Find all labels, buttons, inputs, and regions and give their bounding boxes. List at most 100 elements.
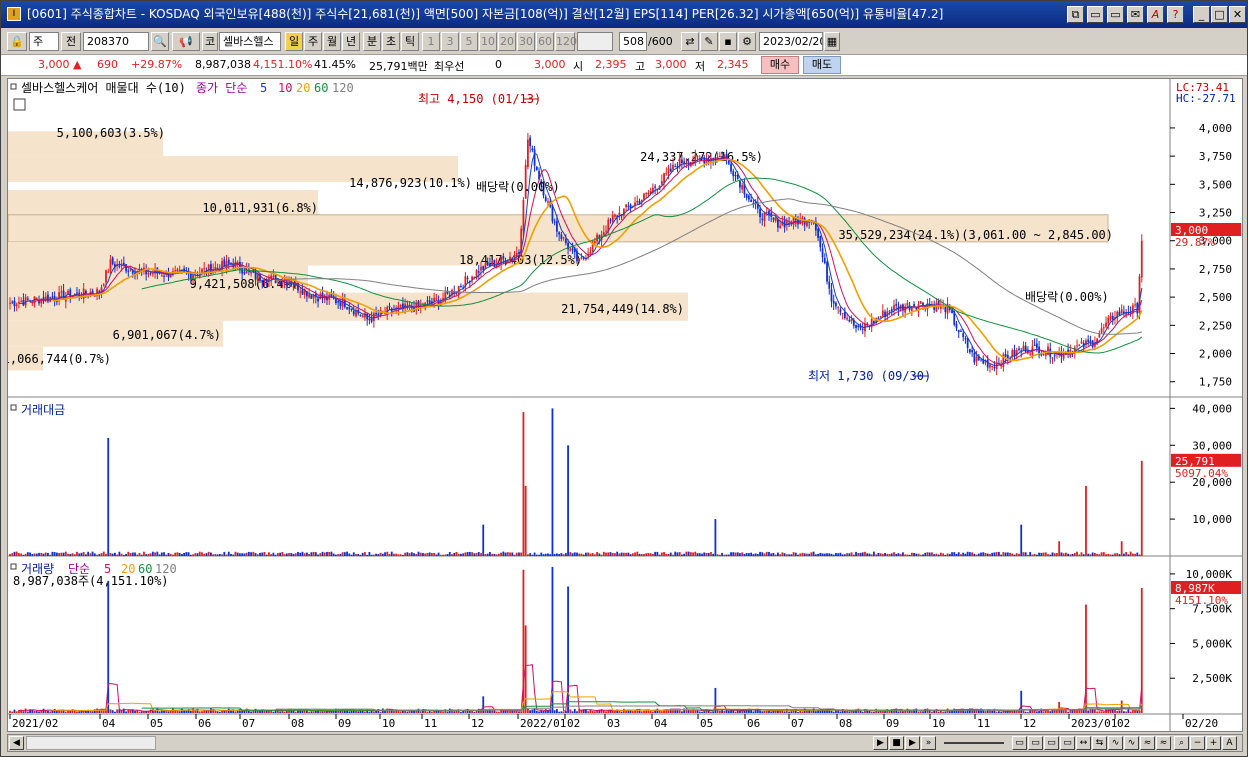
period-second[interactable]: 초 — [382, 32, 400, 51]
close-button[interactable]: ✕ — [1229, 6, 1246, 23]
candle-body — [957, 329, 960, 333]
view-icon-7[interactable]: ∿ — [1108, 736, 1123, 750]
interval-10[interactable]: 10 — [479, 32, 497, 51]
interval-120[interactable]: 120 — [555, 32, 577, 51]
amount-bar — [830, 553, 833, 556]
prev-button[interactable]: 전 — [61, 32, 81, 51]
volume-bar — [9, 710, 11, 713]
zoom-out-icon[interactable]: − — [1190, 736, 1205, 750]
volume-bar — [607, 710, 610, 713]
interval-60[interactable]: 60 — [536, 32, 554, 51]
text-size-icon[interactable]: A — [1222, 736, 1237, 750]
view-icon-1[interactable]: ▭ — [1012, 736, 1027, 750]
mode-select[interactable]: 주 — [29, 32, 59, 51]
play-icon[interactable]: ▶ — [905, 736, 920, 750]
amount-bar — [484, 554, 487, 556]
amount-bar — [261, 552, 264, 556]
x-tick-label: 10 — [932, 717, 945, 730]
chart-svg[interactable]: 4,0003,7503,5003,2503,0002,7502,5002,250… — [8, 79, 1242, 731]
high-price: 3,000 — [655, 58, 687, 71]
volume-bar — [765, 711, 768, 713]
period-month[interactable]: 월 — [323, 32, 341, 51]
view-icon-9[interactable]: ≈ — [1140, 736, 1155, 750]
view-icon-6[interactable]: ⇆ — [1092, 736, 1107, 750]
volume-bar — [82, 711, 85, 713]
amount-bar — [223, 551, 226, 556]
sell-button[interactable]: 매도 — [803, 56, 841, 74]
chart-area[interactable]: 4,000 3,750 3,500 3,250 3,000 2,750 2,500 2,250… — [7, 78, 1243, 732]
buy-button[interactable]: 매수 — [761, 56, 799, 74]
period-day[interactable]: 일 — [285, 32, 303, 51]
link-icon[interactable]: ⧉ — [1067, 6, 1084, 23]
x-tick-label: 04 — [654, 717, 668, 730]
tool-icon[interactable]: ✎ — [700, 32, 718, 51]
speaker-icon[interactable]: 📢 — [172, 32, 200, 51]
restore-down-icon[interactable]: ▭ — [1087, 6, 1104, 23]
view-icon-10[interactable]: ≈ — [1156, 736, 1171, 750]
scroll-left-icon[interactable]: ◀ — [9, 736, 24, 750]
view-icon-3[interactable]: ▭ — [1044, 736, 1059, 750]
period-week[interactable]: 주 — [304, 32, 322, 51]
lock-icon[interactable]: 🔒 — [7, 32, 27, 51]
volume-bar — [902, 711, 904, 713]
interval-3[interactable]: 3 — [441, 32, 459, 51]
amount-bar — [69, 553, 72, 556]
interval-input[interactable] — [577, 32, 613, 51]
font-icon[interactable]: A — [1147, 6, 1164, 23]
settings-icon[interactable]: ⚙ — [738, 32, 756, 51]
stock-code-input[interactable]: 208370 — [83, 32, 149, 51]
stock-name-field[interactable]: 셀바스헬스 — [219, 32, 281, 51]
amount-bar — [703, 552, 706, 556]
calendar-icon[interactable]: ▦ — [824, 32, 840, 51]
volume-bar — [399, 711, 402, 713]
scroll-right-icon[interactable]: ▶ — [873, 736, 888, 750]
amount-bar — [739, 553, 741, 556]
chart-scrollbar[interactable]: ◀ ▶ ■ ▶ » ▭ ▭ ▭ ▭ ↔ ⇆ ∿ ∿ ≈ ≈ ⌕ − + A — [7, 734, 1243, 752]
view-icon-4[interactable]: ▭ — [1060, 736, 1075, 750]
refresh-icon[interactable]: ⇄ — [681, 32, 699, 51]
date-input[interactable]: 2023/02/20 — [759, 32, 823, 51]
amount-bar — [698, 553, 701, 556]
amount-bar — [256, 554, 259, 556]
candle-body — [826, 262, 828, 282]
volume-bar — [250, 711, 252, 713]
amount-bar — [1067, 553, 1070, 556]
minimize-button[interactable]: _ — [1193, 6, 1210, 23]
zoom-slider[interactable] — [944, 742, 1004, 744]
period-year[interactable]: 년 — [342, 32, 360, 51]
scroll-thumb[interactable] — [26, 736, 156, 750]
candle-body — [1078, 344, 1081, 346]
period-minute[interactable]: 분 — [363, 32, 381, 51]
view-icon-5[interactable]: ↔ — [1076, 736, 1091, 750]
interval-5[interactable]: 5 — [460, 32, 478, 51]
view-icon-2[interactable]: ▭ — [1028, 736, 1043, 750]
period-tick[interactable]: 틱 — [401, 32, 419, 51]
interval-30[interactable]: 30 — [517, 32, 535, 51]
window-icon[interactable]: ▭ — [1107, 6, 1124, 23]
candle-body — [835, 302, 837, 307]
save-icon[interactable]: ▪ — [719, 32, 737, 51]
stop-icon[interactable]: ■ — [889, 736, 904, 750]
fast-forward-icon[interactable]: » — [921, 736, 936, 750]
amount-bar — [250, 552, 252, 556]
amount-bar — [821, 553, 824, 556]
interval-20[interactable]: 20 — [498, 32, 516, 51]
interval-1[interactable]: 1 — [422, 32, 440, 51]
best-value: 0 — [495, 58, 502, 71]
search-icon[interactable]: 🔍 — [151, 32, 169, 51]
amount-bar — [221, 554, 223, 556]
count-input[interactable]: 508 — [619, 32, 647, 51]
maximize-button[interactable]: □ — [1211, 6, 1228, 23]
mail-icon[interactable]: ✉ — [1127, 6, 1144, 23]
zoom-in-icon[interactable]: + — [1206, 736, 1221, 750]
zoom-search-icon[interactable]: ⌕ — [1174, 736, 1189, 750]
help-icon[interactable]: ? — [1167, 6, 1184, 23]
ask-price: 3,000 — [534, 58, 566, 71]
volume-bar — [453, 711, 456, 713]
view-icon-8[interactable]: ∿ — [1124, 736, 1139, 750]
app-icon: I — [7, 7, 21, 21]
candle-body — [881, 310, 884, 317]
amount-bar — [919, 554, 922, 556]
volume-bar — [218, 711, 221, 713]
volume-bar — [406, 711, 409, 713]
